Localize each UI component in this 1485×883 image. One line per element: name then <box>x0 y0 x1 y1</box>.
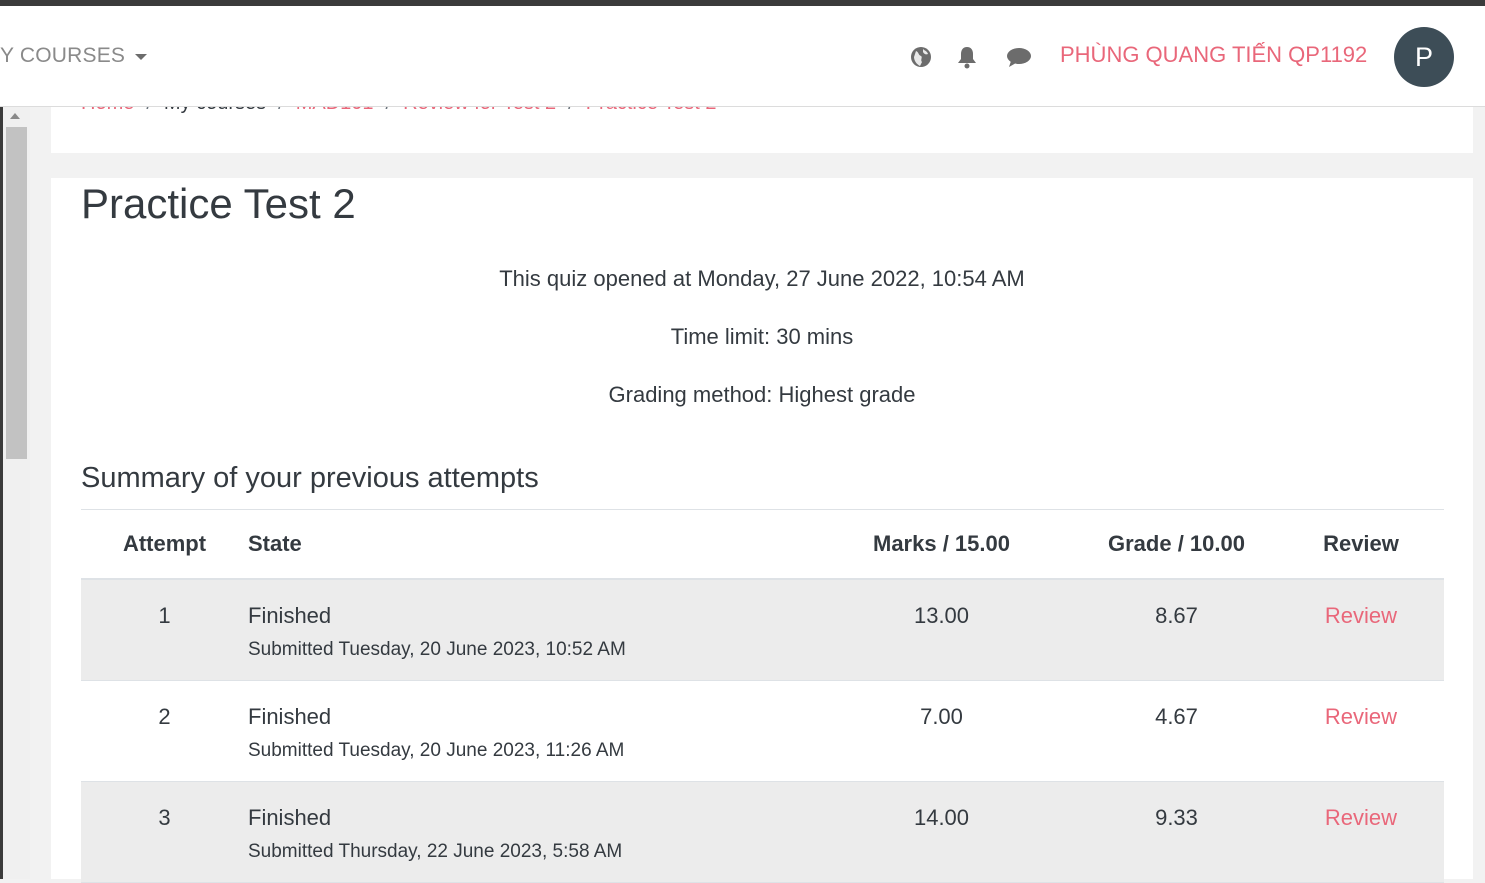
chat-icon[interactable] <box>1006 44 1032 70</box>
user-name-link[interactable]: PHÙNG QUANG TIẾN QP1192 <box>1060 42 1367 68</box>
review-link[interactable]: Review <box>1325 704 1397 729</box>
header-attempt: Attempt <box>81 510 248 580</box>
review-link[interactable]: Review <box>1325 603 1397 628</box>
attempt-grade: 9.33 <box>1155 805 1198 830</box>
table-header-row: Attempt State Marks / 15.00 Grade / 10.0… <box>81 510 1444 580</box>
table-row: 2 Finished Submitted Tuesday, 20 June 20… <box>81 680 1444 782</box>
my-courses-label: Y COURSES <box>0 44 126 67</box>
scrollbar-edge <box>0 107 3 879</box>
avatar[interactable]: P <box>1394 27 1454 87</box>
quiz-opened-info: This quiz opened at Monday, 27 June 2022… <box>499 266 1025 291</box>
quiz-main-card: Practice Test 2 This quiz opened at Mond… <box>51 178 1473 883</box>
attempt-number: 1 <box>158 603 171 628</box>
my-courses-menu[interactable]: Y COURSES <box>0 44 148 68</box>
grading-method-info: Grading method: Highest grade <box>608 382 916 407</box>
page-scrollbar[interactable] <box>0 107 30 879</box>
attempt-submitted: Submitted Tuesday, 20 June 2023, 10:52 A… <box>248 639 626 660</box>
review-link[interactable]: Review <box>1325 805 1397 830</box>
scroll-up-arrow-icon[interactable] <box>10 113 20 119</box>
attempt-grade: 8.67 <box>1155 603 1198 628</box>
attempt-marks: 14.00 <box>913 805 970 830</box>
globe-icon[interactable] <box>908 44 934 70</box>
table-row: 1 Finished Submitted Tuesday, 20 June 20… <box>81 579 1444 681</box>
attempt-submitted: Submitted Tuesday, 20 June 2023, 11:26 A… <box>248 740 625 761</box>
header-marks: Marks / 15.00 <box>808 510 1075 580</box>
attempt-grade: 4.67 <box>1155 704 1198 729</box>
table-row: 3 Finished Submitted Thursday, 22 June 2… <box>81 781 1444 883</box>
attempts-summary-title: Summary of your previous attempts <box>81 462 539 494</box>
page-title: Practice Test 2 <box>81 180 356 227</box>
scrollbar-thumb[interactable] <box>6 127 27 459</box>
attempt-state: Finished <box>248 704 332 729</box>
attempt-state: Finished <box>248 805 332 830</box>
attempt-submitted: Submitted Thursday, 22 June 2023, 5:58 A… <box>248 841 623 862</box>
caret-down-icon <box>135 54 148 60</box>
header-state: State <box>248 510 808 580</box>
attempts-table: Attempt State Marks / 15.00 Grade / 10.0… <box>81 509 1444 883</box>
attempt-state: Finished <box>248 603 332 628</box>
top-navbar: Y COURSES PHÙNG QUANG TIẾN QP1192 P <box>0 6 1485 107</box>
attempt-marks: 13.00 <box>913 603 970 628</box>
attempt-number: 3 <box>158 805 171 830</box>
time-limit-info: Time limit: 30 mins <box>670 324 854 349</box>
attempt-marks: 7.00 <box>920 704 963 729</box>
avatar-letter: P <box>1414 41 1433 72</box>
attempt-number: 2 <box>158 704 171 729</box>
header-grade: Grade / 10.00 <box>1075 510 1278 580</box>
bell-icon[interactable] <box>954 44 980 70</box>
header-review: Review <box>1278 510 1444 580</box>
